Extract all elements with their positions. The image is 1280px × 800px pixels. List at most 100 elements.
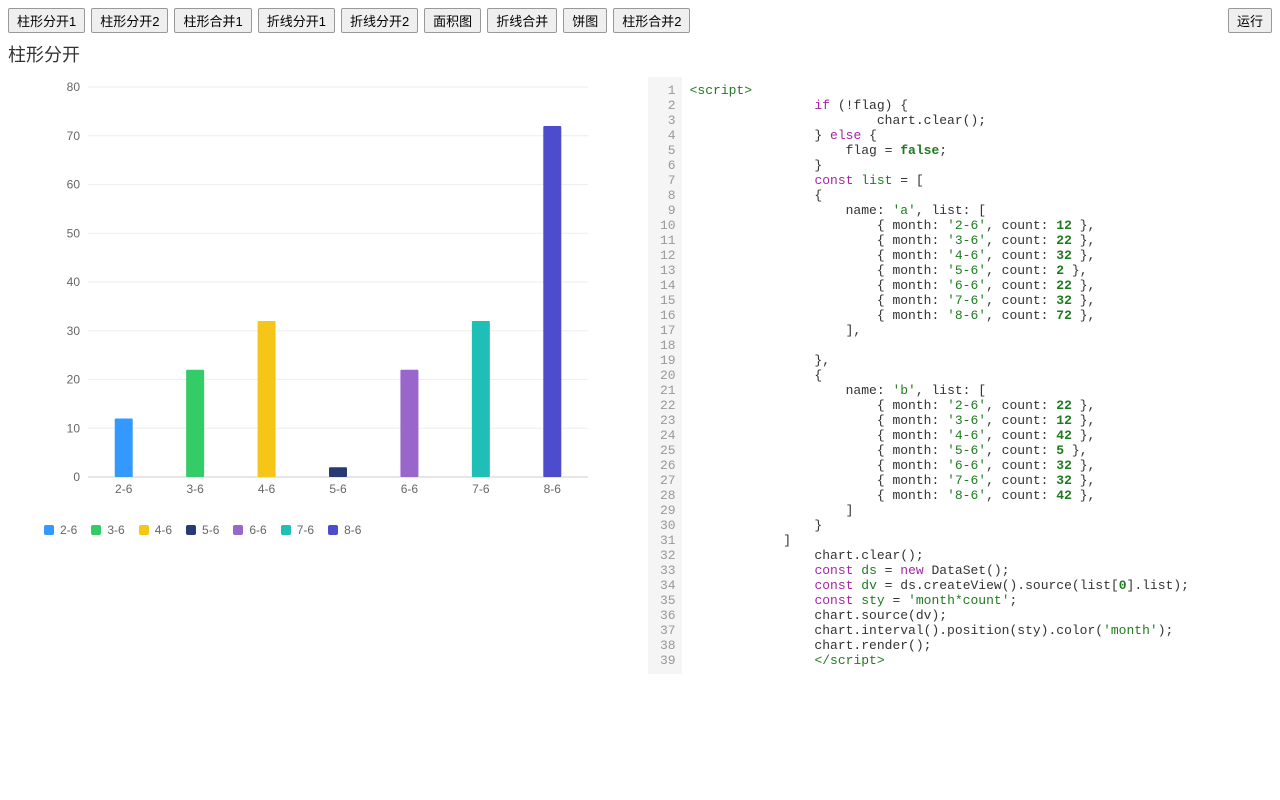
chart-type-button-1[interactable]: 柱形分开2 bbox=[91, 8, 168, 33]
legend-swatch bbox=[139, 525, 149, 535]
code-line: { month: '4-6', count: 32 }, bbox=[690, 248, 1264, 263]
code-line: chart.source(dv); bbox=[690, 608, 1264, 623]
code-line: }, bbox=[690, 353, 1264, 368]
run-button[interactable]: 运行 bbox=[1228, 8, 1272, 33]
legend-item[interactable]: 2-6 bbox=[44, 523, 77, 537]
main: 010203040506070802-63-64-65-66-67-68-6 2… bbox=[8, 77, 1272, 674]
bar-3-6 bbox=[186, 370, 204, 477]
code-line: { month: '5-6', count: 2 }, bbox=[690, 263, 1264, 278]
page-title: 柱形分开 bbox=[8, 41, 1272, 67]
code-panel: 1 2 3 4 5 6 7 8 9 10 11 12 13 14 15 16 1… bbox=[648, 77, 1272, 674]
legend-label: 5-6 bbox=[202, 523, 219, 537]
code-line: chart.render(); bbox=[690, 638, 1264, 653]
code-line: { month: '7-6', count: 32 }, bbox=[690, 293, 1264, 308]
code-line: ] bbox=[690, 533, 1264, 548]
legend-item[interactable]: 7-6 bbox=[281, 523, 314, 537]
code-line: { month: '3-6', count: 12 }, bbox=[690, 413, 1264, 428]
code-line: { month: '6-6', count: 32 }, bbox=[690, 458, 1264, 473]
chart-type-button-5[interactable]: 面积图 bbox=[424, 8, 481, 33]
code-line: { bbox=[690, 188, 1264, 203]
code-line: { month: '3-6', count: 22 }, bbox=[690, 233, 1264, 248]
code-line: { month: '2-6', count: 12 }, bbox=[690, 218, 1264, 233]
code-line: { month: '7-6', count: 32 }, bbox=[690, 473, 1264, 488]
code-line: { month: '2-6', count: 22 }, bbox=[690, 398, 1264, 413]
chart-type-button-7[interactable]: 饼图 bbox=[563, 8, 607, 33]
code-line: ] bbox=[690, 503, 1264, 518]
code-line: const ds = new DataSet(); bbox=[690, 563, 1264, 578]
code-line: { month: '8-6', count: 72 }, bbox=[690, 308, 1264, 323]
y-tick: 20 bbox=[67, 373, 81, 387]
x-tick: 5-6 bbox=[329, 482, 347, 496]
code-line: chart.clear(); bbox=[690, 548, 1264, 563]
code-line: chart.clear(); bbox=[690, 113, 1264, 128]
legend-label: 8-6 bbox=[344, 523, 361, 537]
toolbar: 柱形分开1柱形分开2柱形合并1折线分开1折线分开2面积图折线合并饼图柱形合并2 … bbox=[8, 8, 1272, 33]
code-editor[interactable]: <script> if (!flag) { chart.clear(); } e… bbox=[682, 77, 1272, 674]
x-tick: 8-6 bbox=[544, 482, 562, 496]
chart-panel: 010203040506070802-63-64-65-66-67-68-6 2… bbox=[8, 77, 648, 674]
y-tick: 80 bbox=[67, 80, 81, 94]
bar-5-6 bbox=[329, 467, 347, 477]
legend-swatch bbox=[281, 525, 291, 535]
legend-label: 4-6 bbox=[155, 523, 172, 537]
bar-2-6 bbox=[115, 419, 133, 478]
legend-swatch bbox=[44, 525, 54, 535]
code-line: const list = [ bbox=[690, 173, 1264, 188]
code-line: chart.interval().position(sty).color('mo… bbox=[690, 623, 1264, 638]
code-line bbox=[690, 338, 1264, 353]
chart-type-button-3[interactable]: 折线分开1 bbox=[258, 8, 335, 33]
chart-type-button-4[interactable]: 折线分开2 bbox=[341, 8, 418, 33]
code-line: flag = false; bbox=[690, 143, 1264, 158]
y-tick: 50 bbox=[67, 226, 81, 240]
code-line: const sty = 'month*count'; bbox=[690, 593, 1264, 608]
legend-item[interactable]: 4-6 bbox=[139, 523, 172, 537]
legend-label: 6-6 bbox=[249, 523, 266, 537]
code-line: } bbox=[690, 158, 1264, 173]
bar-8-6 bbox=[543, 126, 561, 477]
legend-item[interactable]: 6-6 bbox=[233, 523, 266, 537]
code-line: name: 'b', list: [ bbox=[690, 383, 1264, 398]
y-tick: 10 bbox=[67, 421, 81, 435]
legend-item[interactable]: 5-6 bbox=[186, 523, 219, 537]
x-tick: 4-6 bbox=[258, 482, 276, 496]
y-tick: 40 bbox=[67, 275, 81, 289]
code-line: { month: '8-6', count: 42 }, bbox=[690, 488, 1264, 503]
x-tick: 2-6 bbox=[115, 482, 133, 496]
legend: 2-6 3-6 4-6 5-6 6-6 7-6 8-6 bbox=[44, 523, 648, 537]
code-line: } bbox=[690, 518, 1264, 533]
y-tick: 60 bbox=[67, 178, 81, 192]
code-line: name: 'a', list: [ bbox=[690, 203, 1264, 218]
code-line: { month: '4-6', count: 42 }, bbox=[690, 428, 1264, 443]
bar-6-6 bbox=[400, 370, 418, 477]
y-tick: 30 bbox=[67, 324, 81, 338]
chart-type-button-2[interactable]: 柱形合并1 bbox=[174, 8, 251, 33]
code-line: { month: '6-6', count: 22 }, bbox=[690, 278, 1264, 293]
legend-label: 3-6 bbox=[107, 523, 124, 537]
code-line: <script> bbox=[690, 83, 1264, 98]
y-tick: 0 bbox=[73, 470, 80, 484]
legend-label: 7-6 bbox=[297, 523, 314, 537]
legend-swatch bbox=[328, 525, 338, 535]
x-tick: 7-6 bbox=[472, 482, 490, 496]
toolbar-left: 柱形分开1柱形分开2柱形合并1 折线分开1折线分开2面积图折线合并饼图柱形合并2 bbox=[8, 8, 690, 33]
bar-chart: 010203040506070802-63-64-65-66-67-68-6 bbox=[8, 77, 608, 507]
bar-7-6 bbox=[472, 321, 490, 477]
x-tick: 6-6 bbox=[401, 482, 419, 496]
chart-type-button-6[interactable]: 折线合并 bbox=[487, 8, 557, 33]
legend-swatch bbox=[186, 525, 196, 535]
code-gutter: 1 2 3 4 5 6 7 8 9 10 11 12 13 14 15 16 1… bbox=[648, 77, 682, 674]
x-tick: 3-6 bbox=[186, 482, 204, 496]
code-line: if (!flag) { bbox=[690, 98, 1264, 113]
chart-type-button-8[interactable]: 柱形合并2 bbox=[613, 8, 690, 33]
code-line: </script> bbox=[690, 653, 1264, 668]
code-line: const dv = ds.createView().source(list[0… bbox=[690, 578, 1264, 593]
legend-item[interactable]: 8-6 bbox=[328, 523, 361, 537]
bar-4-6 bbox=[258, 321, 276, 477]
legend-label: 2-6 bbox=[60, 523, 77, 537]
code-line: ], bbox=[690, 323, 1264, 338]
legend-swatch bbox=[91, 525, 101, 535]
code-line: { bbox=[690, 368, 1264, 383]
chart-type-button-0[interactable]: 柱形分开1 bbox=[8, 8, 85, 33]
legend-item[interactable]: 3-6 bbox=[91, 523, 124, 537]
toolbar-right: 运行 bbox=[1228, 8, 1272, 33]
